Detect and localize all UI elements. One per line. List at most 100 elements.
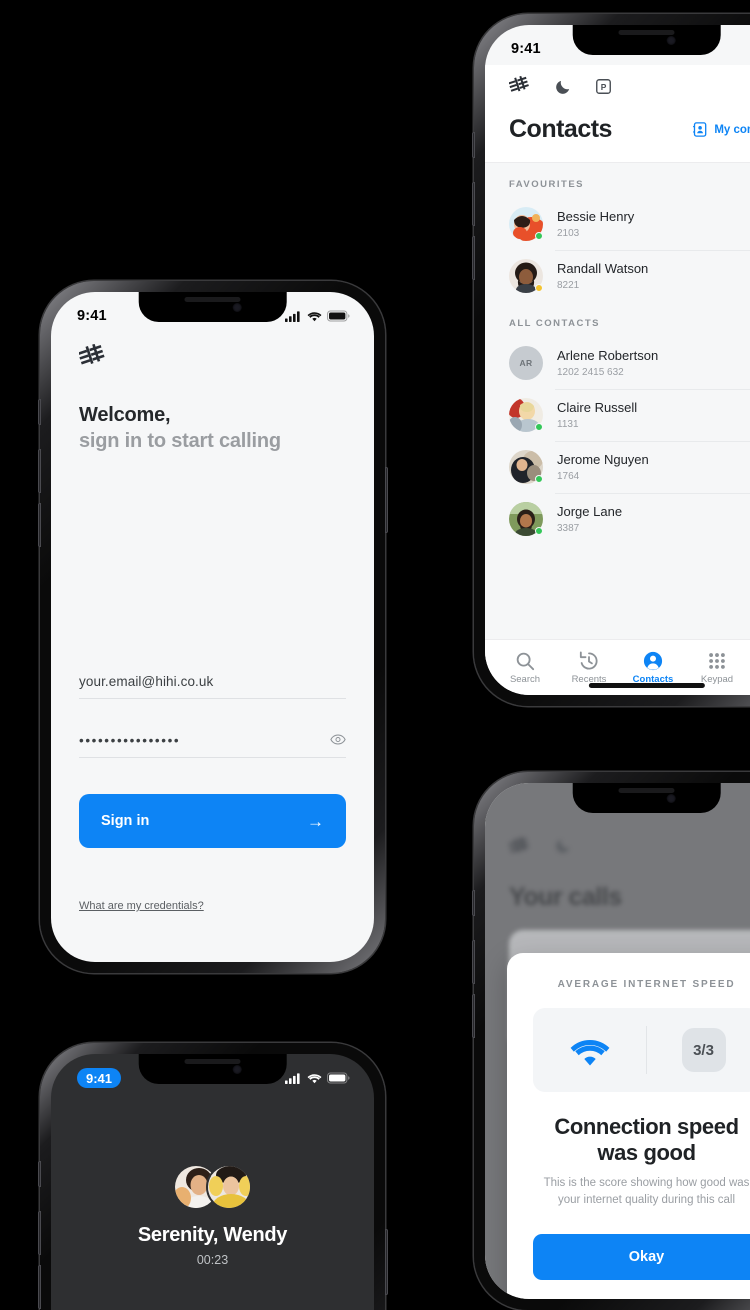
score-badge: 3/3 (681, 1028, 726, 1072)
device-notch (138, 292, 287, 322)
wifi-signal-icon (570, 1039, 609, 1065)
volume-down-button[interactable] (37, 1265, 41, 1309)
contact-extension: 2103 (557, 227, 580, 239)
phone-contacts-mockup: 9:41 P Contacts My co FAVOURITES Bessie … (471, 14, 750, 706)
volume-down-button[interactable] (37, 503, 41, 547)
sign-in-label: Sign in (101, 813, 150, 829)
hihi-logo-icon (79, 344, 107, 370)
mute-switch[interactable] (471, 132, 475, 158)
my-company-link[interactable]: My company (693, 122, 750, 137)
wifi-icon (307, 311, 322, 321)
mute-switch[interactable] (37, 399, 41, 425)
moon-icon[interactable] (555, 78, 572, 95)
contact-name: Randall Watson (557, 261, 649, 277)
volume-down-button[interactable] (471, 236, 475, 280)
welcome-line-2: sign in to start calling (79, 430, 281, 452)
avatar (206, 1164, 252, 1210)
status-icons (285, 310, 350, 322)
my-company-label: My company (714, 123, 750, 136)
contact-extension: 8221 (557, 279, 580, 291)
contact-row-jorge-lane[interactable]: Jorge Lane 3387 (485, 493, 750, 545)
contacts-topbar: P (485, 65, 750, 107)
email-field[interactable]: your.email@hihi.co.uk (79, 674, 346, 699)
hihi-logo-icon[interactable] (509, 76, 531, 96)
password-field[interactable]: •••••••••••••••• (79, 733, 346, 758)
signin-form: your.email@hihi.co.uk •••••••••••••••• S… (79, 674, 346, 914)
volume-up-button[interactable] (471, 940, 475, 984)
earpiece-speaker (618, 788, 675, 793)
contacts-list[interactable]: FAVOURITES Bessie Henry 2103 Randall Wat… (485, 163, 750, 639)
contact-extension: 1202 2415 632 (557, 366, 624, 378)
signal-bars-icon (285, 310, 300, 322)
volume-up-button[interactable] (471, 182, 475, 226)
signal-bars-icon (285, 1072, 300, 1084)
parked-calls-icon[interactable]: P (596, 78, 611, 94)
presence-dot (535, 284, 543, 292)
volume-up-button[interactable] (37, 1211, 41, 1255)
contact-row-arlene-robertson[interactable]: AR Arlene Robertson 1202 2415 632 (485, 337, 750, 389)
signin-content: Welcome, sign in to start calling your.e… (51, 292, 374, 962)
presence-dot (535, 232, 543, 240)
presence-dot (535, 527, 543, 535)
welcome-line-1: Welcome, (79, 404, 171, 426)
section-header-all-contacts: ALL CONTACTS (509, 318, 601, 329)
tab-search[interactable]: Search (493, 651, 557, 685)
power-button[interactable] (384, 1229, 388, 1295)
password-value[interactable]: •••••••••••••••• (79, 733, 346, 748)
tab-keypad[interactable]: Keypad (685, 651, 749, 685)
section-header-favourites: FAVOURITES (509, 179, 584, 190)
avatar (509, 502, 543, 536)
status-icons (285, 1072, 350, 1084)
avatar-initials: AR (509, 346, 543, 380)
front-camera (666, 35, 676, 45)
phone-signin-mockup: 9:41 Welcome, sign in to start calling y… (37, 281, 388, 973)
sheet-headline: Connection speed was good (554, 1114, 739, 1165)
device-notch (138, 1054, 287, 1084)
home-indicator[interactable] (588, 683, 705, 688)
wifi-strength (533, 1034, 646, 1067)
status-time: 9:41 (511, 41, 541, 57)
contacts-icon (643, 651, 663, 670)
search-icon (516, 652, 535, 670)
contact-row-jerome-nguyen[interactable]: Jerome Nguyen 1764 (485, 441, 750, 493)
avatar (509, 259, 543, 293)
contact-name: Arlene Robertson (557, 348, 659, 364)
avatar (509, 207, 543, 241)
contact-name: Jorge Lane (557, 504, 623, 520)
address-book-icon (693, 122, 707, 137)
contact-name: Bessie Henry (557, 209, 635, 225)
contact-row-bessie-henry[interactable]: Bessie Henry 2103 (485, 198, 750, 250)
contact-name: Claire Russell (557, 400, 638, 416)
score-wrap: 3/3 (647, 1028, 750, 1072)
sign-in-button[interactable]: Sign in → (79, 794, 346, 848)
okay-button[interactable]: Okay (533, 1234, 750, 1281)
credentials-help-link[interactable]: What are my credentials? (79, 900, 204, 912)
mute-switch[interactable] (37, 1161, 41, 1187)
contact-row-claire-russell[interactable]: Claire Russell 1131 (485, 389, 750, 441)
background-topbar (485, 823, 750, 857)
modal-screen: Your calls AVERAGE INTERNET SPEED 3/3 Co… (485, 783, 750, 1299)
welcome-heading: Welcome, sign in to start calling (79, 404, 346, 453)
sheet-kicker: AVERAGE INTERNET SPEED (557, 979, 736, 990)
eye-icon[interactable] (330, 733, 346, 747)
contact-extension: 1764 (557, 470, 580, 482)
avatar (509, 398, 543, 432)
power-button[interactable] (384, 467, 388, 533)
tab-contacts[interactable]: Contacts (621, 651, 685, 685)
volume-up-button[interactable] (37, 449, 41, 493)
hihi-logo-icon (509, 837, 531, 857)
sheet-subtext: This is the score showing how good was y… (543, 1177, 750, 1206)
call-duration: 00:23 (196, 1253, 229, 1267)
mute-switch[interactable] (471, 890, 475, 916)
device-notch (572, 783, 721, 813)
tab-recents[interactable]: Recents (557, 651, 621, 685)
front-camera (232, 302, 242, 312)
email-value[interactable]: your.email@hihi.co.uk (79, 674, 346, 689)
contact-row-randall-watson[interactable]: Randall Watson 8221 (485, 250, 750, 302)
earpiece-speaker (618, 30, 675, 35)
earpiece-speaker (184, 297, 241, 302)
contact-extension: 1131 (557, 418, 579, 430)
phone-modal-mockup: Your calls AVERAGE INTERNET SPEED 3/3 Co… (471, 772, 750, 1310)
volume-down-button[interactable] (471, 994, 475, 1038)
battery-icon (327, 1072, 350, 1084)
